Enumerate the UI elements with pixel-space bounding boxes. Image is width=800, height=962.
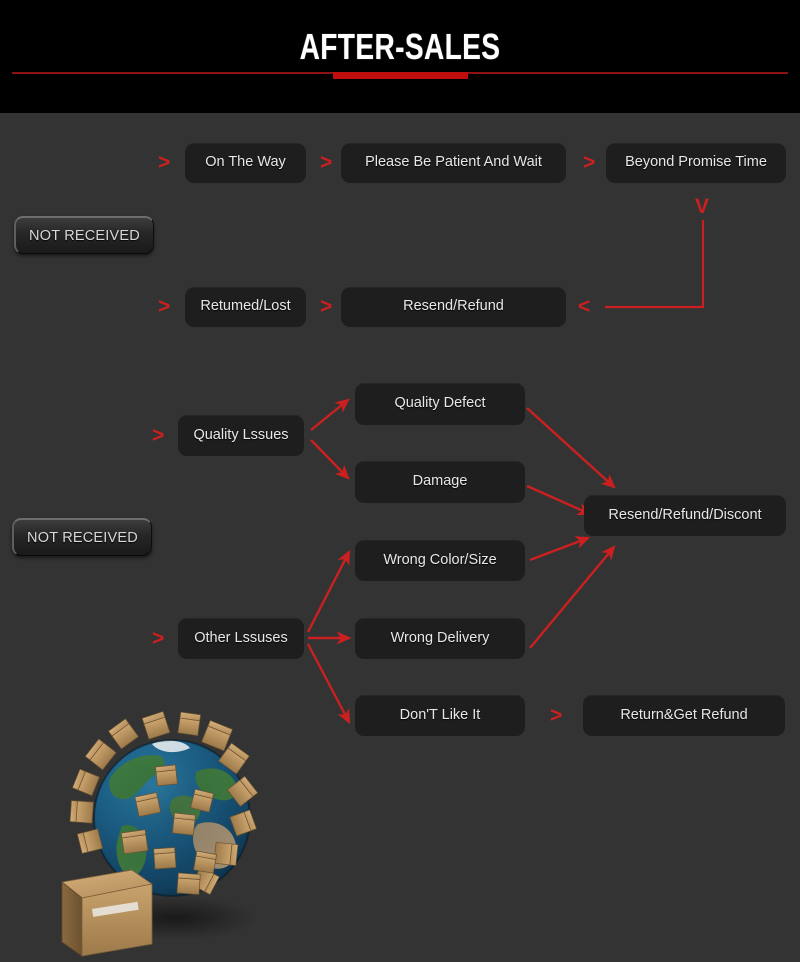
flow-box-other-issues[interactable]: Other Lssuses: [178, 618, 304, 659]
other-issues-branch-arrows: [306, 549, 352, 725]
chevron-down-promise-time: V: [695, 195, 710, 218]
not-received-button-2[interactable]: NOT RECEIVED: [12, 518, 152, 556]
header-accent-bar: [333, 72, 468, 79]
not-received-button-1[interactable]: NOT RECEIVED: [14, 216, 154, 254]
flow-box-on-the-way[interactable]: On The Way: [185, 143, 306, 183]
flow-box-return-get-refund[interactable]: Return&Get Refund: [583, 695, 785, 736]
promise-time-to-resend-connector: [605, 220, 705, 309]
foreground-parcel: [61, 869, 153, 957]
chevron-to-beyond-promise-time: >: [583, 151, 596, 174]
flow-box-quality-defect[interactable]: Quality Defect: [355, 383, 525, 425]
chevron-to-resend-refund: >: [320, 295, 333, 318]
page-title: AFTER-SALES: [299, 26, 501, 67]
flow-box-damage[interactable]: Damage: [355, 461, 525, 503]
chevron-to-quality-issues: >: [152, 424, 165, 447]
flow-box-please-be-patient-and-wait[interactable]: Please Be Patient And Wait: [341, 143, 566, 183]
chevron-to-other-issues: >: [152, 627, 165, 650]
globe-with-parcels-illustration: [48, 706, 300, 958]
flow-box-wrong-delivery[interactable]: Wrong Delivery: [355, 618, 525, 659]
chevron-to-returned-lost: >: [158, 295, 171, 318]
chevron-to-please-be-patient: >: [320, 151, 333, 174]
flow-box-resend-refund[interactable]: Resend/Refund: [341, 287, 566, 327]
after-sales-infographic: AFTER-SALES > On The Way > Please Be Pat…: [0, 0, 800, 962]
chevron-back-to-resend-refund: <: [578, 295, 591, 318]
other-to-discont-arrows: [529, 536, 616, 649]
flow-box-wrong-color-size[interactable]: Wrong Color/Size: [355, 540, 525, 581]
flow-box-beyond-promise-time[interactable]: Beyond Promise Time: [606, 143, 786, 183]
flow-box-dont-like-it[interactable]: Don'T Like It: [355, 695, 525, 736]
flow-box-resend-refund-discont[interactable]: Resend/Refund/Discont: [584, 495, 786, 536]
flow-box-returned-lost[interactable]: Retumed/Lost: [185, 287, 306, 327]
page-header: AFTER-SALES: [0, 0, 800, 113]
flow-box-quality-issues[interactable]: Quality Lssues: [178, 415, 304, 456]
chevron-to-on-the-way: >: [158, 151, 171, 174]
chevron-to-return-get-refund: >: [550, 704, 563, 727]
quality-issues-branch-arrows: [310, 398, 350, 480]
